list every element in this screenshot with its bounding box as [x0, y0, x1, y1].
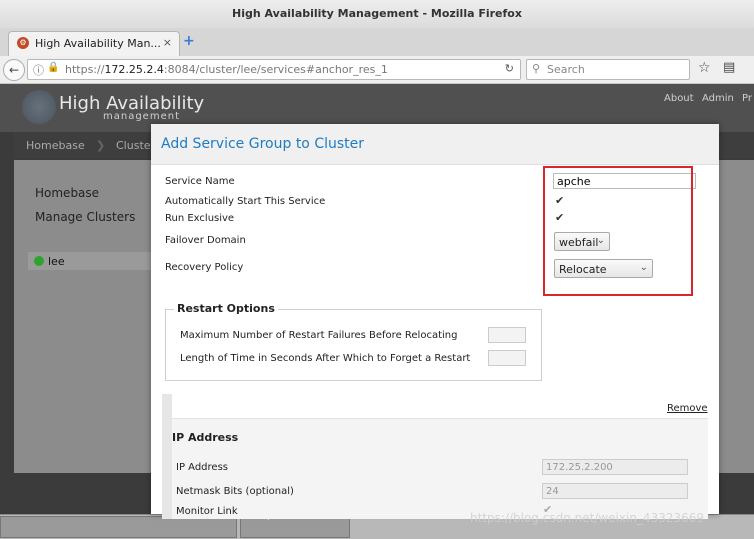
breadcrumb-cluster[interactable]: Cluste: [116, 139, 151, 152]
watermark-text: https://blog.csdn.net/weixin_43323669: [470, 511, 705, 525]
resource-header: [172, 394, 708, 419]
browser-tab[interactable]: ⚙ High Availability Man... ×: [8, 31, 180, 57]
service-name-label: Service Name: [165, 176, 235, 187]
reload-icon[interactable]: ↻: [505, 62, 514, 75]
search-placeholder: Search: [547, 63, 585, 76]
app-logo-icon: [22, 90, 56, 124]
right-panel: [718, 160, 754, 473]
preferences-link[interactable]: Pr: [742, 93, 752, 104]
about-link[interactable]: About: [664, 93, 694, 104]
breadcrumb-separator-icon: ❯: [96, 139, 106, 152]
exclusive-label: Run Exclusive: [165, 213, 235, 224]
ip-address-label: IP Address: [176, 462, 228, 473]
search-input[interactable]: ⚲ Search: [526, 59, 690, 80]
max-restart-input[interactable]: [488, 327, 526, 343]
recovery-policy-label: Recovery Policy: [165, 262, 244, 273]
lock-icon: 🔒: [47, 62, 60, 73]
netmask-input[interactable]: [542, 483, 688, 499]
sidebar: [14, 160, 154, 473]
forget-restart-label: Length of Time in Seconds After Which to…: [180, 353, 471, 364]
restart-options-group: [165, 309, 542, 381]
cluster-name[interactable]: lee: [48, 255, 65, 268]
monitor-link-label: Monitor Link: [176, 506, 238, 517]
taskbar-item[interactable]: [0, 516, 237, 538]
tab-label: High Availability Man...: [35, 37, 161, 50]
ip-address-input[interactable]: [542, 459, 688, 475]
bookmark-star-icon[interactable]: ☆: [698, 60, 711, 76]
window-titlebar: High Availability Management - Mozilla F…: [0, 0, 754, 29]
sidebar-item-manage-clusters[interactable]: Manage Clusters: [35, 210, 135, 224]
max-restart-label: Maximum Number of Restart Failures Befor…: [180, 330, 458, 341]
cluster-list-item[interactable]: [28, 252, 154, 270]
info-icon[interactable]: ⓘ: [33, 62, 44, 78]
tab-close-icon[interactable]: ×: [163, 36, 172, 49]
status-ok-icon: [34, 256, 44, 266]
autostart-label: Automatically Start This Service: [165, 196, 326, 207]
breadcrumb-homebase[interactable]: Homebase: [26, 139, 85, 152]
restart-options-legend: Restart Options: [174, 302, 278, 315]
ip-section-title: IP Address: [172, 431, 239, 444]
back-arrow-icon: ←: [8, 63, 20, 77]
new-tab-button[interactable]: +: [183, 33, 195, 49]
search-icon: ⚲: [532, 62, 541, 75]
netmask-label: Netmask Bits (optional): [176, 486, 294, 497]
dialog-title: Add Service Group to Cluster: [161, 136, 365, 152]
url-text: https://172.25.2.4:8084/cluster/lee/serv…: [65, 63, 388, 76]
url-bar[interactable]: ⓘ 🔒 https://172.25.2.4:8084/cluster/lee/…: [27, 59, 521, 80]
admin-link[interactable]: Admin: [702, 93, 734, 104]
highlight-annotation: [543, 166, 693, 296]
failover-domain-label: Failover Domain: [165, 235, 246, 246]
favicon-icon: ⚙: [17, 37, 29, 49]
sidebar-item-homebase[interactable]: Homebase: [35, 186, 99, 200]
window-title: High Availability Management - Mozilla F…: [232, 7, 522, 20]
forget-restart-input[interactable]: [488, 350, 526, 366]
reader-menu-icon[interactable]: ▤: [723, 60, 735, 75]
app-subtitle: management: [103, 111, 180, 122]
back-button[interactable]: ←: [3, 59, 25, 81]
remove-link[interactable]: Remove: [667, 403, 708, 414]
